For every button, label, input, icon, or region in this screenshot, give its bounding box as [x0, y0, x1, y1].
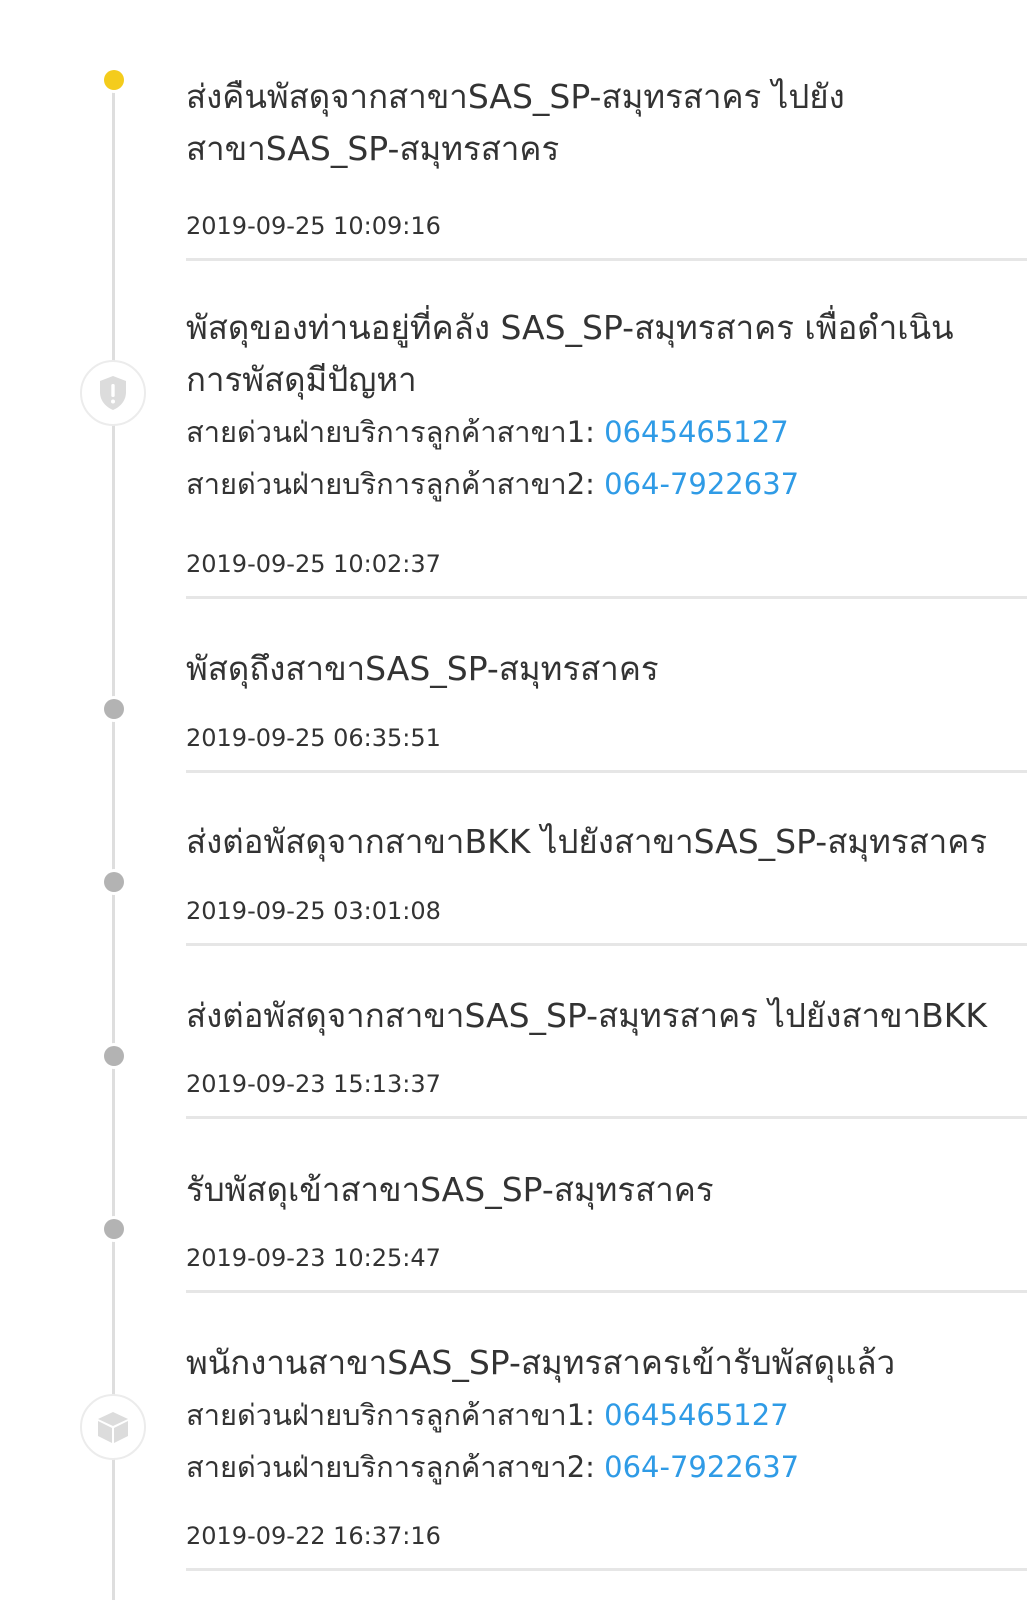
hotline-label: สายด่วนฝ่ายบริการลูกค้าสาขา2:	[186, 1450, 595, 1484]
divider	[186, 1568, 1027, 1571]
divider	[186, 1290, 1027, 1293]
tracking-timeline: ส่งคืนพัสดุจากสาขาSAS_SP-สมุทรสาคร ไปยัง…	[0, 0, 1027, 1600]
event-time: 2019-09-25 10:09:16	[186, 212, 441, 240]
hotline-phone-link[interactable]: 0645465127	[604, 415, 789, 449]
status-dot	[104, 1219, 124, 1239]
event-time: 2019-09-23 15:13:37	[186, 1070, 441, 1098]
hotline-2: สายด่วนฝ่ายบริการลูกค้าสาขา2: 064-792263…	[186, 1441, 1027, 1493]
problem-badge	[80, 360, 146, 426]
shield-alert-icon	[100, 376, 126, 410]
hotline-label: สายด่วนฝ่ายบริการลูกค้าสาขา1:	[186, 415, 595, 449]
event-title: ส่งคืนพัสดุจากสาขาSAS_SP-สมุทรสาคร ไปยัง…	[186, 77, 845, 168]
divider	[186, 943, 1027, 946]
divider	[186, 596, 1027, 599]
package-badge	[80, 1394, 146, 1460]
status-dot	[104, 872, 124, 892]
divider	[186, 770, 1027, 773]
status-dot	[104, 1046, 124, 1066]
event-title: ส่งต่อพัสดุจากสาขาBKK ไปยังสาขาSAS_SP-สม…	[186, 822, 988, 861]
divider	[186, 1116, 1027, 1119]
hotline-phone-link[interactable]: 0645465127	[604, 1398, 789, 1432]
hotline-phone-link[interactable]: 064-7922637	[604, 1450, 799, 1484]
hotline-phone-link[interactable]: 064-7922637	[604, 467, 799, 501]
event-title: พนักงานสาขาSAS_SP-สมุทรสาครเข้ารับพัสดุแ…	[186, 1343, 896, 1382]
package-icon	[98, 1412, 128, 1443]
hotline-label: สายด่วนฝ่ายบริการลูกค้าสาขา2:	[186, 467, 595, 501]
event-title: ส่งต่อพัสดุจากสาขาSAS_SP-สมุทรสาคร ไปยัง…	[186, 996, 988, 1035]
current-status-dot	[104, 70, 124, 90]
event-time: 2019-09-25 03:01:08	[186, 897, 441, 925]
timeline-rail	[112, 82, 115, 1600]
status-dot	[104, 699, 124, 719]
event-time: 2019-09-25 06:35:51	[186, 724, 441, 752]
hotline-2: สายด่วนฝ่ายบริการลูกค้าสาขา2: 064-792263…	[186, 458, 1027, 510]
hotline-1: สายด่วนฝ่ายบริการลูกค้าสาขา1: 0645465127	[186, 1389, 1027, 1441]
event-time: 2019-09-22 16:37:16	[186, 1522, 441, 1550]
event-title: รับพัสดุเข้าสาขาSAS_SP-สมุทรสาคร	[186, 1170, 714, 1209]
event-time: 2019-09-23 10:25:47	[186, 1244, 441, 1272]
hotline-label: สายด่วนฝ่ายบริการลูกค้าสาขา1:	[186, 1398, 595, 1432]
divider	[186, 258, 1027, 261]
event-title: พัสดุถึงสาขาSAS_SP-สมุทรสาคร	[186, 649, 659, 688]
event-time: 2019-09-25 10:02:37	[186, 550, 441, 578]
event-title: พัสดุของท่านอยู่ที่คลัง SAS_SP-สมุทรสาคร…	[186, 308, 954, 399]
hotline-1: สายด่วนฝ่ายบริการลูกค้าสาขา1: 0645465127	[186, 406, 1027, 458]
